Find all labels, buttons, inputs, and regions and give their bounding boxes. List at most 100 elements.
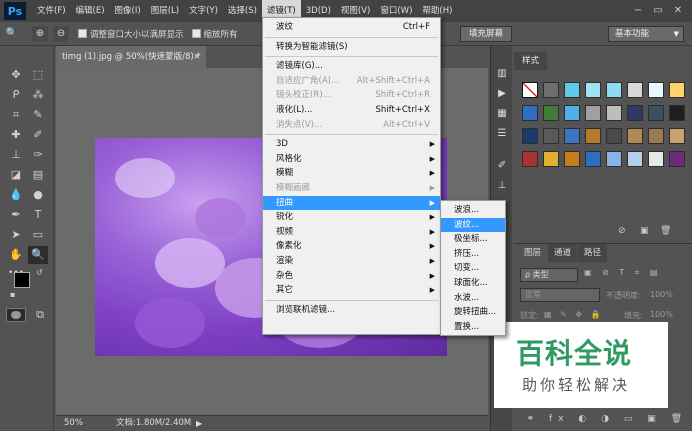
quick-mask-icon[interactable]	[6, 308, 26, 322]
zoom-tool-preset-icon[interactable]: 🔍	[3, 25, 21, 43]
new-style-icon[interactable]: ▣	[640, 226, 649, 236]
style-swatch[interactable]	[564, 151, 580, 167]
magic-wand-icon[interactable]: ⁂	[28, 86, 48, 104]
resize-windows-checkbox[interactable]	[78, 29, 87, 38]
restore-button[interactable]: ▭	[648, 2, 668, 20]
menu-item[interactable]: 文件(F)	[32, 0, 71, 22]
style-swatch[interactable]	[522, 128, 538, 144]
distort-menu-item[interactable]: 置换...	[441, 320, 505, 335]
filter-menu-item[interactable]: 自适应广角(A)... Alt+Shift+Ctrl+A	[263, 74, 440, 89]
distort-menu-item[interactable]: 切变...	[441, 261, 505, 276]
style-swatch[interactable]	[585, 82, 601, 98]
crop-tool-icon[interactable]: ⌗	[6, 106, 26, 124]
delete-style-icon[interactable]: 🗑	[660, 226, 671, 236]
style-swatch[interactable]	[564, 82, 580, 98]
style-swatch[interactable]	[627, 151, 643, 167]
style-swatch[interactable]	[543, 151, 559, 167]
distort-menu-item[interactable]: 挤压...	[441, 247, 505, 262]
status-arrow-icon[interactable]: ▶	[196, 416, 202, 431]
tab-layers[interactable]: 图层	[518, 244, 548, 262]
layer-filter-select[interactable]: ρ 类型	[520, 268, 578, 282]
lasso-tool-icon[interactable]: ᑭ	[6, 86, 26, 104]
actions-panel-icon[interactable]: ▶	[494, 86, 510, 102]
filter-menu-item[interactable]: 液化(L)... Shift+Ctrl+X	[263, 103, 440, 118]
blur-tool-icon[interactable]: 💧	[6, 186, 26, 204]
style-swatch[interactable]	[543, 128, 559, 144]
filter-menu-item[interactable]: 锐化 ▶	[263, 210, 440, 225]
style-swatch[interactable]	[669, 105, 685, 121]
menu-item[interactable]: 文字(Y)	[184, 0, 223, 22]
style-swatch[interactable]	[543, 105, 559, 121]
zoom-tool-icon[interactable]: 🔍	[28, 246, 48, 264]
style-swatch[interactable]	[627, 128, 643, 144]
distort-menu-item[interactable]: 旋转扭曲...	[441, 305, 505, 320]
filter-menu-item[interactable]: 像素化 ▶	[263, 239, 440, 254]
filter-menu-item[interactable]: 模糊画廊 ▶	[263, 181, 440, 196]
path-select-icon[interactable]: ➤	[6, 226, 26, 244]
tab-channels[interactable]: 通道	[548, 244, 578, 262]
filter-menu-item[interactable]: 浏览联机滤镜...	[263, 303, 440, 318]
distort-menu-item[interactable]: 水波...	[441, 291, 505, 306]
style-swatch[interactable]	[564, 128, 580, 144]
menu-item[interactable]: 选择(S)	[223, 0, 262, 22]
style-swatch[interactable]	[522, 151, 538, 167]
style-swatch[interactable]	[564, 105, 580, 121]
style-swatch[interactable]	[585, 128, 601, 144]
style-swatch[interactable]	[606, 151, 622, 167]
close-tab-icon[interactable]: ✕	[193, 46, 200, 68]
distort-menu-item[interactable]: 波纹...	[441, 217, 505, 233]
style-swatch[interactable]	[585, 105, 601, 121]
tab-paths[interactable]: 路径	[578, 244, 608, 262]
swap-colors-icon[interactable]: ↺	[36, 268, 43, 277]
eraser-tool-icon[interactable]: ◪	[6, 166, 26, 184]
rectangle-tool-icon[interactable]: ▭	[28, 226, 48, 244]
close-button[interactable]: ✕	[668, 2, 688, 20]
menu-item[interactable]: 图像(I)	[110, 0, 146, 22]
zoom-level[interactable]: 50%	[64, 416, 83, 431]
clone-source-icon[interactable]: ⊥	[494, 178, 510, 194]
style-swatch[interactable]	[627, 82, 643, 98]
style-swatch[interactable]	[522, 105, 538, 121]
distort-menu-item[interactable]: 极坐标...	[441, 232, 505, 247]
style-swatch[interactable]	[627, 105, 643, 121]
type-tool-icon[interactable]: T	[28, 206, 48, 224]
filter-menu-item[interactable]: 消失点(V)... Alt+Ctrl+V	[263, 118, 440, 133]
styles-tab[interactable]: 样式	[514, 52, 548, 70]
style-swatch[interactable]	[606, 105, 622, 121]
filter-menu-item[interactable]: 扭曲 ▶	[263, 195, 440, 211]
layer-bottom-icons[interactable]: ⚭ fx ◐ ◑ ▭ ▣ 🗑	[518, 414, 688, 428]
style-swatch[interactable]	[543, 82, 559, 98]
style-swatch[interactable]	[522, 82, 538, 98]
properties-panel-icon[interactable]: ☰	[494, 126, 510, 142]
screen-mode-icon[interactable]: ⧉	[30, 306, 50, 324]
document-tab[interactable]: timg (1).jpg @ 50%(快速蒙版/8) * ✕	[56, 46, 206, 68]
filter-menu-item[interactable]: 其它 ▶	[263, 283, 440, 298]
minimize-button[interactable]: −	[628, 2, 648, 20]
menu-item[interactable]: 编辑(E)	[71, 0, 110, 22]
filter-menu-item[interactable]: 滤镜库(G)...	[263, 59, 440, 74]
opacity-value[interactable]: 100%	[650, 290, 673, 299]
style-swatch[interactable]	[648, 128, 664, 144]
dodge-tool-icon[interactable]: ●	[28, 186, 48, 204]
zoom-in-icon[interactable]: ⊕	[31, 24, 49, 43]
style-swatch[interactable]	[606, 128, 622, 144]
default-colors-icon[interactable]: ▪	[10, 290, 15, 299]
no-style-icon[interactable]: ⊘	[618, 226, 626, 236]
filter-menu-item[interactable]: 杂色 ▶	[263, 269, 440, 284]
gradient-tool-icon[interactable]: ▤	[28, 166, 48, 184]
history-brush-icon[interactable]: ✑	[28, 146, 48, 164]
healing-brush-icon[interactable]: ✚	[6, 126, 26, 144]
filter-menu-item[interactable]: 渲染 ▶	[263, 254, 440, 269]
style-swatch[interactable]	[648, 105, 664, 121]
blend-mode-select[interactable]: 正常	[520, 288, 600, 302]
style-swatch[interactable]	[648, 151, 664, 167]
workspace-select[interactable]: 基本功能 ▼	[608, 26, 684, 42]
zoom-out-icon[interactable]: ⊖	[52, 24, 70, 43]
filter-menu-item[interactable]: 镜头校正(R)... Shift+Ctrl+R	[263, 88, 440, 103]
style-swatch[interactable]	[648, 82, 664, 98]
pen-tool-icon[interactable]: ✒	[6, 206, 26, 224]
style-swatch[interactable]	[669, 82, 685, 98]
foreground-color-swatch[interactable]	[14, 272, 30, 288]
distort-menu-item[interactable]: 波浪...	[441, 203, 505, 218]
filter-icons[interactable]: ▣ ⊘ T ⌗ ▤	[584, 268, 661, 278]
